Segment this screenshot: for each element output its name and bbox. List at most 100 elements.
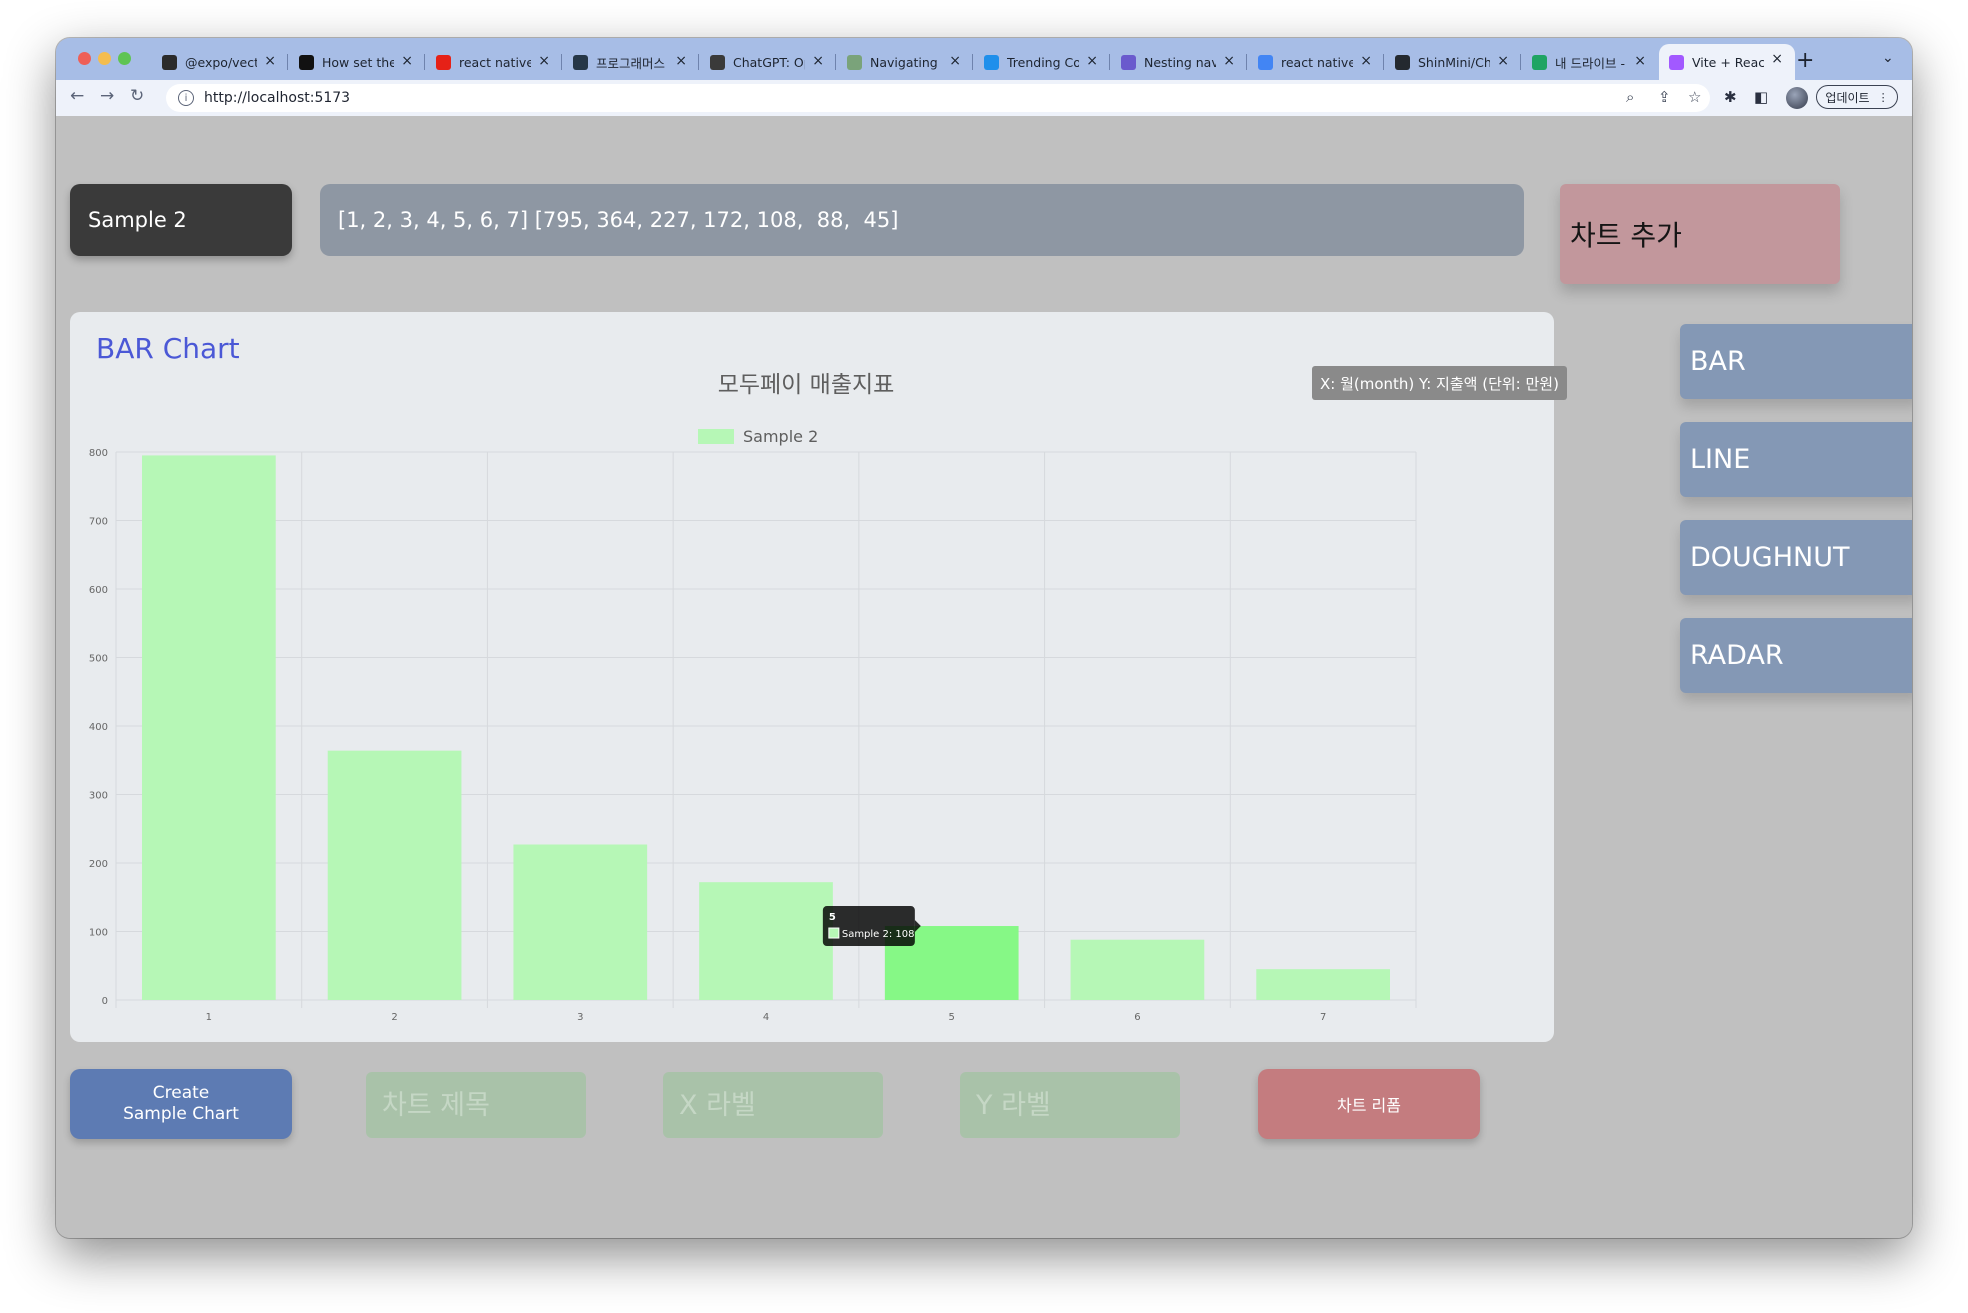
expo-icon [162,54,177,70]
data-input-field[interactable]: [1, 2, 3, 4, 5, 6, 7] [795, 364, 227, 17… [320,184,1524,256]
browser-tab[interactable]: react native × [426,46,562,78]
tab-title: 프로그래머스 [596,55,666,71]
tab-close-icon[interactable]: × [1086,53,1098,69]
bookmark-star-icon[interactable]: ☆ [1688,88,1701,106]
reload-icon[interactable]: ↻ [130,86,144,106]
browser-tab[interactable]: Nesting navi × [1111,46,1247,78]
navigation-icon [847,54,862,70]
tab-title: react native [1281,54,1353,70]
x-tick-label: 4 [763,1012,769,1023]
x-tick-label: 1 [206,1012,212,1023]
create-sample-chart-button[interactable]: Create Sample Chart [70,1069,292,1139]
y-tick-label: 300 [89,791,108,802]
x-tick-label: 3 [577,1012,583,1023]
bar-chart[interactable]: 모두페이 매출지표 Sample 2 0 100 200 300 400 500 600 700 8… [70,312,1554,1042]
y-label-input[interactable] [960,1072,1180,1138]
chart-reform-button[interactable]: 차트 리폼 [1258,1069,1480,1139]
tooltip-title: 5 [829,912,836,923]
x-label-input[interactable] [663,1072,883,1138]
tab-close-icon[interactable]: × [264,53,276,69]
app-content: Sample 2 [1, 2, 3, 4, 5, 6, 7] [795, 364… [56,116,1912,1238]
programmers-icon [573,54,588,70]
tooltip-value: Sample 2: 108 [842,929,915,940]
address-bar[interactable]: i http://localhost:5173 ⌕ ⇪ ☆ [166,84,1710,112]
x-tick-label: 6 [1134,1012,1140,1023]
tab-title: ChatGPT: Op [733,54,805,70]
chart-title-input[interactable] [366,1072,586,1138]
chatgpt-icon [710,54,725,70]
profile-avatar[interactable] [1786,87,1808,109]
axis-label-tooltip: X: 월(month) Y: 지출액 (단위: 만원) [1312,366,1567,400]
browser-tab[interactable]: Navigating N × [837,46,973,78]
terminal-icon [299,54,314,70]
tab-close-icon[interactable]: × [1771,51,1783,67]
browser-tab[interactable]: 내 드라이브 - G × [1522,46,1658,78]
tab-close-icon[interactable]: × [1360,53,1372,69]
y-tick-label: 800 [89,448,108,459]
y-tick-label: 0 [102,996,108,1007]
chart-type-doughnut-button[interactable]: DOUGHNUT [1680,520,1912,595]
tab-title: How set the [322,54,394,70]
tab-title: ShinMini/Ch [1418,54,1490,70]
back-icon[interactable]: ← [70,86,84,106]
tab-title: Vite + React [1692,54,1764,70]
chart-bar[interactable] [327,750,462,1000]
tab-search-icon[interactable]: ⌄ [1882,50,1894,66]
tab-separator [561,54,562,70]
sample-select-button[interactable]: Sample 2 [70,184,292,256]
tab-separator [835,54,836,70]
y-tick-label: 600 [89,585,108,596]
minimize-window-button[interactable] [98,52,111,65]
trending-icon [984,54,999,70]
vite-icon [1669,54,1684,70]
chart-bar[interactable] [699,882,833,1000]
legend-label[interactable]: Sample 2 [743,427,818,446]
side-panel-icon[interactable]: ◧ [1754,88,1768,106]
forward-icon[interactable]: → [100,86,114,106]
browser-tab[interactable]: ShinMini/Ch × [1385,46,1521,78]
chart-bar[interactable] [1256,969,1390,1000]
tab-close-icon[interactable]: × [538,53,550,69]
tab-close-icon[interactable]: × [812,53,824,69]
tab-title: Nesting navi [1144,54,1216,70]
browser-tab[interactable]: @expo/vector-icons × [152,46,288,78]
zoom-icon[interactable]: ⌕ [1626,88,1634,106]
tab-title: @expo/vector-icons [185,54,257,70]
chart-type-radar-button[interactable]: RADAR [1680,618,1912,693]
browser-tab[interactable]: 프로그래머스 × [563,46,699,78]
tab-close-icon[interactable]: × [1223,53,1235,69]
legend-swatch [698,429,734,444]
chart-type-bar-button[interactable]: BAR [1680,324,1912,399]
add-chart-button[interactable]: 차트 추가 [1560,184,1840,284]
google-drive-icon [1532,54,1547,70]
tab-close-icon[interactable]: × [1634,53,1646,69]
site-info-icon[interactable]: i [178,90,194,106]
browser-tab[interactable]: Vite + React × [1659,44,1795,80]
chart-bar[interactable] [1070,939,1205,1000]
chart-bar[interactable] [513,844,648,1000]
share-icon[interactable]: ⇪ [1658,88,1671,106]
extensions-icon[interactable]: ✱ [1724,88,1737,106]
browser-tab[interactable]: react native × [1248,46,1384,78]
tab-close-icon[interactable]: × [675,53,687,69]
y-tick-label: 400 [89,722,108,733]
browser-tab[interactable]: How set the × [289,46,425,78]
browser-window: @expo/vector-icons×How set the×react nat… [56,38,1912,1238]
tab-close-icon[interactable]: × [1497,53,1509,69]
x-tick-label: 2 [391,1012,397,1023]
tab-separator [1109,54,1110,70]
new-tab-button[interactable]: + [1796,48,1814,73]
update-button[interactable]: 업데이트 ⋮ [1816,85,1898,109]
tab-close-icon[interactable]: × [949,53,961,69]
youtube-icon [436,54,451,70]
maximize-window-button[interactable] [118,52,131,65]
chart-bar[interactable] [142,455,276,1000]
browser-tab[interactable]: Trending Co × [974,46,1110,78]
more-menu-icon: ⋮ [1877,90,1889,104]
browser-tab[interactable]: ChatGPT: Op × [700,46,836,78]
tab-separator [287,54,288,70]
tab-close-icon[interactable]: × [401,53,413,69]
close-window-button[interactable] [78,52,91,65]
x-tick-label: 7 [1320,1012,1326,1023]
chart-type-line-button[interactable]: LINE [1680,422,1912,497]
